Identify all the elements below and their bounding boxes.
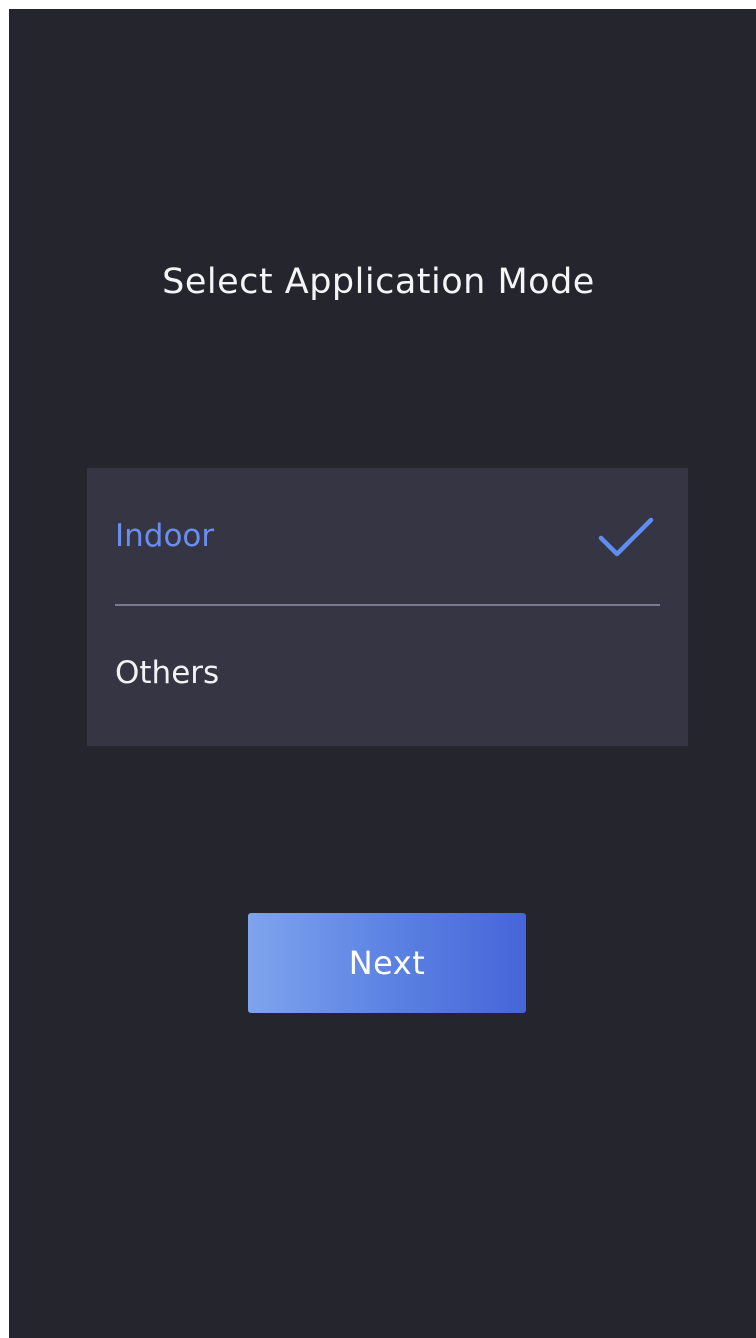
mode-option-others[interactable]: Others — [87, 605, 688, 741]
application-mode-list: Indoor Others — [87, 468, 688, 746]
app-screen: Select Application Mode Indoor Others Ne… — [9, 9, 756, 1338]
mode-option-label: Indoor — [115, 518, 215, 554]
mode-option-label: Others — [115, 655, 220, 691]
page-title: Select Application Mode — [162, 262, 595, 302]
mode-option-indoor[interactable]: Indoor — [87, 468, 688, 604]
checkmark-icon — [598, 517, 654, 557]
next-button[interactable]: Next — [248, 913, 526, 1013]
